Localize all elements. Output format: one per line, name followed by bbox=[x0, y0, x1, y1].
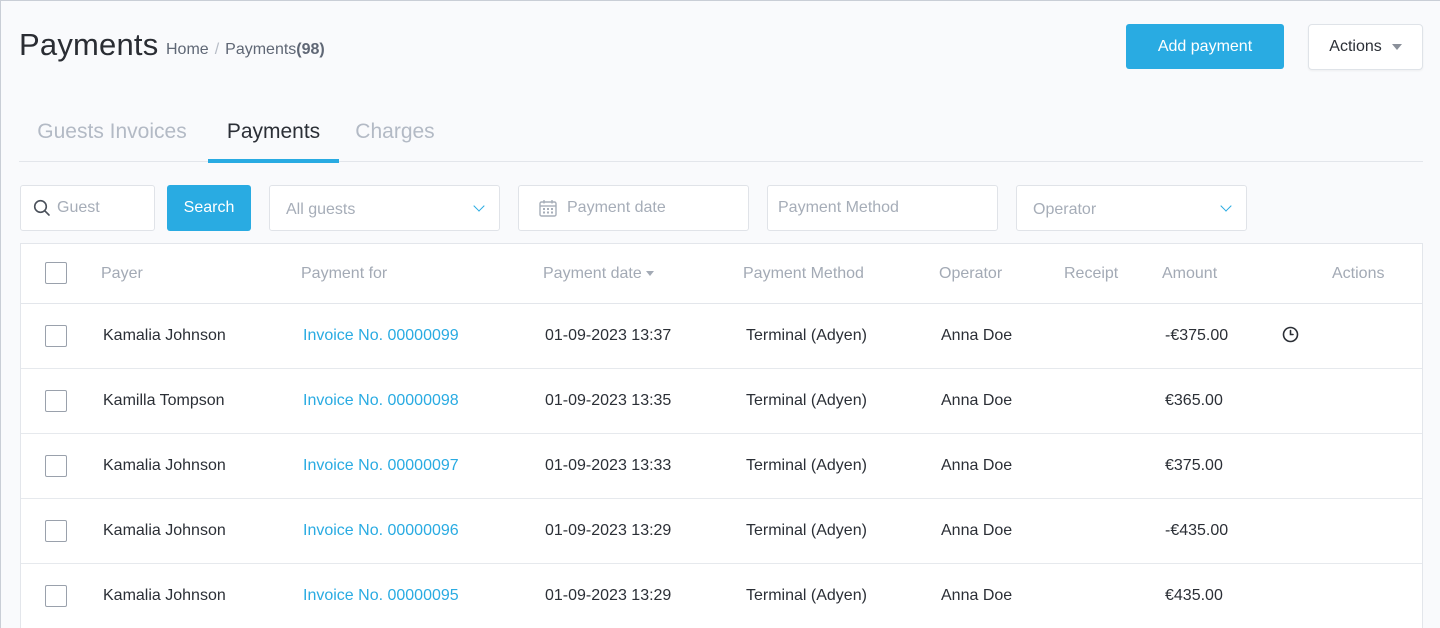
payment-method-field[interactable]: Payment Method bbox=[767, 185, 998, 231]
row-checkbox[interactable] bbox=[45, 585, 67, 607]
amount-cell: €375.00 bbox=[1165, 457, 1223, 474]
select-all-checkbox[interactable] bbox=[45, 262, 67, 284]
invoice-link[interactable]: Invoice No. 00000095 bbox=[303, 587, 459, 605]
operator-value: Operator bbox=[1033, 201, 1097, 218]
payment-method-cell: Terminal (Adyen) bbox=[746, 392, 867, 409]
all-guests-select[interactable]: All guests bbox=[269, 185, 500, 231]
chevron-down-icon bbox=[1220, 200, 1232, 212]
payment-method-cell: Terminal (Adyen) bbox=[746, 522, 867, 539]
sort-desc-icon bbox=[645, 271, 654, 277]
row-checkbox[interactable] bbox=[45, 390, 67, 412]
page-title: Payments bbox=[19, 27, 159, 62]
breadcrumb: Home / Payments (98) bbox=[166, 41, 325, 59]
all-guests-value: All guests bbox=[286, 201, 356, 218]
payment-date-cell: 01-09-2023 13:29 bbox=[545, 522, 672, 539]
actions-label: Actions bbox=[1329, 38, 1382, 55]
column-header-operator[interactable]: Operator bbox=[939, 265, 1002, 283]
breadcrumb-home-link[interactable]: Home bbox=[166, 41, 209, 59]
payment-date-header-label: Payment date bbox=[543, 265, 642, 282]
actions-dropdown-button[interactable]: Actions bbox=[1308, 24, 1423, 70]
column-header-amount[interactable]: Amount bbox=[1162, 265, 1217, 283]
payment-method-cell: Terminal (Adyen) bbox=[746, 587, 867, 604]
breadcrumb-count: (98) bbox=[296, 41, 325, 58]
row-checkbox[interactable] bbox=[45, 520, 67, 542]
invoice-link[interactable]: Invoice No. 00000098 bbox=[303, 392, 459, 410]
operator-cell: Anna Doe bbox=[941, 457, 1013, 474]
breadcrumb-current: Payments bbox=[225, 41, 297, 58]
guest-search-field[interactable]: Guest bbox=[20, 185, 155, 231]
add-payment-button[interactable]: Add payment bbox=[1126, 24, 1284, 69]
column-header-payment-for[interactable]: Payment for bbox=[301, 265, 387, 283]
invoice-link[interactable]: Invoice No. 00000097 bbox=[303, 457, 459, 475]
payer-cell: Kamalia Johnson bbox=[103, 522, 226, 539]
operator-select[interactable]: Operator bbox=[1016, 185, 1247, 231]
operator-cell: Anna Doe bbox=[941, 392, 1013, 409]
payments-table: Payer Payment for Payment date Payment M… bbox=[20, 243, 1423, 628]
column-header-payment-date[interactable]: Payment date bbox=[543, 265, 654, 283]
tab-guests-invoices[interactable]: Guests Invoices bbox=[19, 101, 205, 162]
calendar-icon bbox=[539, 200, 557, 217]
row-checkbox[interactable] bbox=[45, 455, 67, 477]
table-row[interactable]: Kamilla Tompson Invoice No. 00000098 01-… bbox=[21, 369, 1422, 434]
table-row[interactable]: Kamalia Johnson Invoice No. 00000097 01-… bbox=[21, 434, 1422, 499]
payer-cell: Kamalia Johnson bbox=[103, 457, 226, 474]
search-icon bbox=[33, 199, 50, 216]
operator-cell: Anna Doe bbox=[941, 522, 1013, 539]
invoice-link[interactable]: Invoice No. 00000096 bbox=[303, 522, 459, 540]
amount-cell: €365.00 bbox=[1165, 392, 1223, 409]
payment-date-field[interactable]: Payment date bbox=[518, 185, 749, 231]
operator-cell: Anna Doe bbox=[941, 587, 1013, 604]
guest-search-placeholder: Guest bbox=[57, 199, 100, 216]
column-header-payment-method[interactable]: Payment Method bbox=[743, 265, 864, 283]
invoice-link[interactable]: Invoice No. 00000099 bbox=[303, 327, 459, 345]
clock-icon[interactable] bbox=[1282, 326, 1299, 343]
payer-cell: Kamalia Johnson bbox=[103, 587, 226, 604]
column-header-receipt[interactable]: Receipt bbox=[1064, 265, 1118, 283]
payment-method-placeholder: Payment Method bbox=[778, 199, 899, 216]
column-header-actions: Actions bbox=[1332, 265, 1385, 282]
payment-date-placeholder: Payment date bbox=[567, 199, 666, 216]
caret-down-icon bbox=[1391, 44, 1402, 50]
tab-charges[interactable]: Charges bbox=[355, 101, 435, 162]
table-row[interactable]: Kamalia Johnson Invoice No. 00000095 01-… bbox=[21, 564, 1422, 628]
amount-cell: -€375.00 bbox=[1165, 327, 1229, 344]
payment-date-cell: 01-09-2023 13:35 bbox=[545, 392, 672, 409]
payment-date-cell: 01-09-2023 13:33 bbox=[545, 457, 672, 474]
amount-cell: -€435.00 bbox=[1165, 522, 1229, 539]
table-row[interactable]: Kamalia Johnson Invoice No. 00000096 01-… bbox=[21, 499, 1422, 564]
column-header-payer[interactable]: Payer bbox=[101, 265, 143, 283]
breadcrumb-separator: / bbox=[214, 41, 220, 58]
payment-method-cell: Terminal (Adyen) bbox=[746, 327, 867, 344]
table-header: Payer Payment for Payment date Payment M… bbox=[21, 244, 1422, 304]
table-row[interactable]: Kamalia Johnson Invoice No. 00000099 01-… bbox=[21, 304, 1422, 369]
search-button[interactable]: Search bbox=[167, 185, 251, 231]
payer-cell: Kamalia Johnson bbox=[103, 327, 226, 344]
operator-cell: Anna Doe bbox=[941, 327, 1013, 344]
payment-method-cell: Terminal (Adyen) bbox=[746, 457, 867, 474]
payment-date-cell: 01-09-2023 13:29 bbox=[545, 587, 672, 604]
tab-payments[interactable]: Payments bbox=[208, 101, 339, 163]
tabs-bar: Guests Invoices Payments Charges bbox=[19, 101, 1423, 163]
payment-date-cell: 01-09-2023 13:37 bbox=[545, 327, 672, 344]
amount-cell: €435.00 bbox=[1165, 587, 1223, 604]
row-checkbox[interactable] bbox=[45, 325, 67, 347]
payer-cell: Kamilla Tompson bbox=[103, 392, 225, 409]
chevron-down-icon bbox=[473, 200, 485, 212]
